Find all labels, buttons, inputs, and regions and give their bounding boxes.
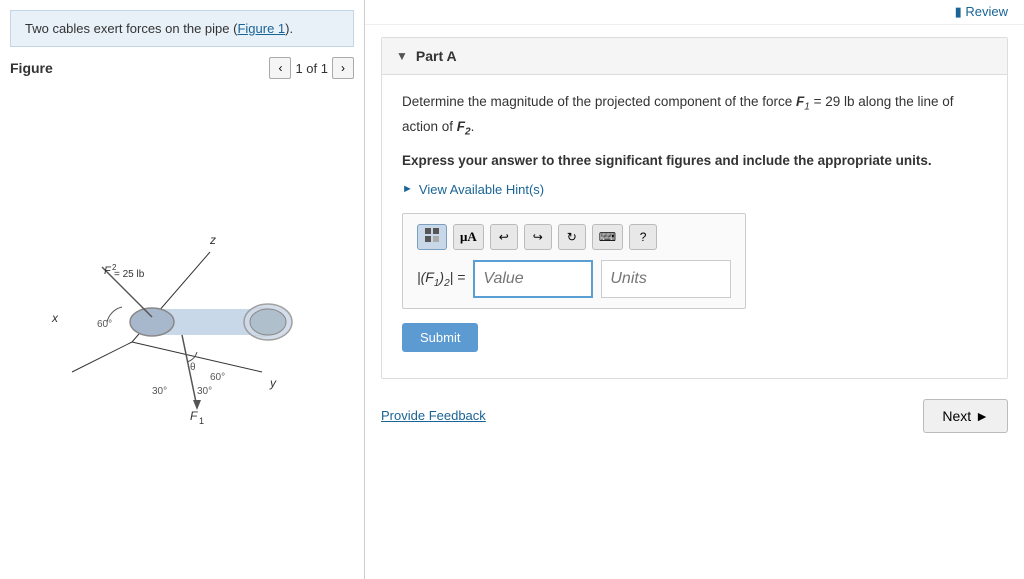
force-f1-sym: F1 bbox=[796, 94, 810, 109]
undo-button[interactable]: ↩ bbox=[490, 224, 518, 250]
bottom-bar: Provide Feedback Next ► bbox=[381, 399, 1008, 433]
right-panel: ▮ Review ▼ Part A Determine the magnitud… bbox=[365, 0, 1024, 579]
left-panel: Two cables exert forces on the pipe (Fig… bbox=[0, 0, 365, 579]
undo-icon: ↩ bbox=[499, 230, 509, 244]
force-f2-sym: F2 bbox=[457, 119, 471, 134]
answer-row: |(F1)2| = bbox=[417, 260, 731, 298]
mu-button[interactable]: μA bbox=[453, 224, 484, 250]
figure-prev-button[interactable]: ‹ bbox=[269, 57, 291, 79]
stmt-3: . bbox=[471, 119, 475, 134]
top-bar: ▮ Review bbox=[365, 0, 1024, 25]
svg-text:z: z bbox=[209, 233, 216, 247]
part-label: Part A bbox=[416, 48, 457, 64]
submit-row: Submit bbox=[402, 323, 987, 362]
svg-text:= 25 lb: = 25 lb bbox=[114, 269, 145, 280]
part-body: Determine the magnitude of the projected… bbox=[382, 75, 1007, 378]
next-button[interactable]: Next ► bbox=[923, 399, 1008, 433]
feedback-link[interactable]: Provide Feedback bbox=[381, 408, 486, 423]
problem-intro: Two cables exert forces on the pipe ( bbox=[25, 21, 237, 36]
figure-title: Figure bbox=[10, 60, 53, 76]
bookmark-icon: ▮ bbox=[955, 4, 962, 19]
hint-link[interactable]: ► View Available Hint(s) bbox=[402, 182, 987, 197]
force-value: = 29 lb bbox=[810, 94, 855, 109]
mu-icon: μA bbox=[460, 229, 477, 245]
matrix-icon bbox=[424, 227, 440, 246]
toolbar: μA ↩ ↪ ↻ ⌨ bbox=[417, 224, 731, 250]
bold-instruction: Express your answer to three significant… bbox=[402, 150, 987, 172]
submit-button[interactable]: Submit bbox=[402, 323, 478, 352]
answer-container: μA ↩ ↪ ↻ ⌨ bbox=[402, 213, 746, 309]
figure-diagram: x y z F 2 = 25 lb bbox=[42, 222, 322, 432]
svg-text:30°: 30° bbox=[197, 386, 212, 397]
keyboard-button[interactable]: ⌨ bbox=[592, 224, 623, 250]
part-header: ▼ Part A bbox=[382, 38, 1007, 75]
svg-text:30°: 30° bbox=[152, 386, 167, 397]
hint-label: View Available Hint(s) bbox=[419, 182, 544, 197]
refresh-button[interactable]: ↻ bbox=[558, 224, 586, 250]
figure-next-button[interactable]: › bbox=[332, 57, 354, 79]
instruction-text: Express your answer to three significant… bbox=[402, 153, 932, 168]
review-link[interactable]: ▮ Review bbox=[955, 4, 1008, 20]
hint-arrow-icon: ► bbox=[402, 183, 413, 195]
problem-intro-end: ). bbox=[285, 21, 293, 36]
value-input[interactable] bbox=[473, 260, 593, 298]
svg-text:60°: 60° bbox=[210, 372, 225, 383]
svg-text:θ: θ bbox=[190, 362, 196, 373]
next-label: Next bbox=[942, 408, 971, 424]
matrix-button[interactable] bbox=[417, 224, 447, 250]
svg-text:F: F bbox=[190, 409, 198, 423]
svg-text:60°: 60° bbox=[97, 319, 112, 330]
svg-text:x: x bbox=[51, 311, 59, 325]
units-input[interactable] bbox=[601, 260, 731, 298]
stmt-1: Determine the magnitude of the projected… bbox=[402, 94, 796, 109]
keyboard-icon: ⌨ bbox=[599, 230, 616, 244]
help-icon: ? bbox=[640, 230, 647, 244]
problem-statement: Determine the magnitude of the projected… bbox=[402, 91, 987, 140]
help-button[interactable]: ? bbox=[629, 224, 657, 250]
figure-counter: 1 of 1 bbox=[295, 61, 328, 76]
figure-link[interactable]: Figure 1 bbox=[237, 21, 285, 36]
answer-label: |(F1)2| = bbox=[417, 269, 465, 289]
collapse-arrow-icon[interactable]: ▼ bbox=[396, 49, 408, 63]
svg-text:1: 1 bbox=[199, 416, 204, 426]
figure-section: Figure ‹ 1 of 1 › x y z bbox=[10, 57, 354, 569]
part-section: ▼ Part A Determine the magnitude of the … bbox=[381, 37, 1008, 379]
next-arrow-icon: ► bbox=[975, 408, 989, 424]
redo-button[interactable]: ↪ bbox=[524, 224, 552, 250]
redo-icon: ↪ bbox=[533, 230, 543, 244]
refresh-icon: ↻ bbox=[567, 230, 577, 244]
review-label: Review bbox=[965, 4, 1008, 19]
figure-image: x y z F 2 = 25 lb bbox=[10, 85, 354, 569]
figure-nav: ‹ 1 of 1 › bbox=[269, 57, 354, 79]
problem-text: Two cables exert forces on the pipe (Fig… bbox=[10, 10, 354, 47]
svg-text:y: y bbox=[269, 376, 277, 390]
figure-header: Figure ‹ 1 of 1 › bbox=[10, 57, 354, 79]
